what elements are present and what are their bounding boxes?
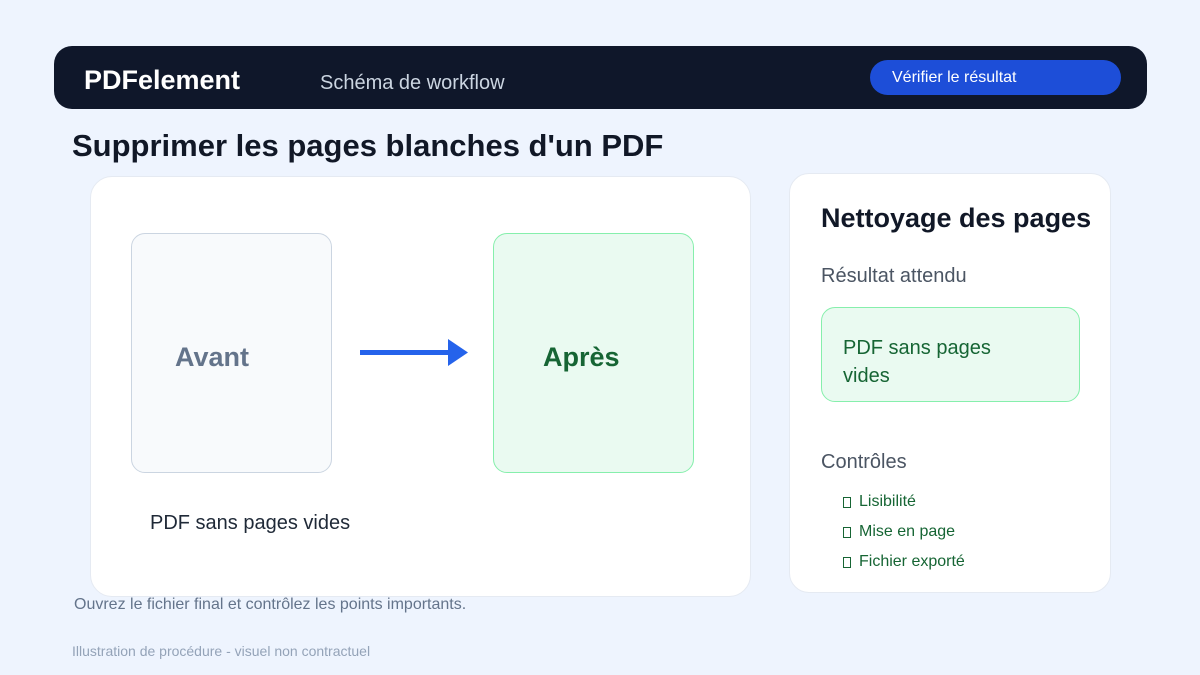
app-logo: PDFelement [84,65,241,95]
after-label: Après [543,342,620,372]
panel-title: Nettoyage des pages [821,203,1092,233]
page: PDFelement Schéma de workflow Vérifier l… [0,0,1200,675]
diagram-caption: PDF sans pages vides [150,512,351,534]
check-label: Fichier exporté [859,553,965,570]
checkbox-icon [843,556,851,568]
checks-list: Lisibilité Mise en page Fichier exporté [843,487,965,577]
check-item: Mise en page [843,517,965,547]
expected-result-value: PDF sans pages vides [843,337,991,387]
top-bar: PDFelement Schéma de workflow Vérifier l… [54,46,1147,109]
check-label: Mise en page [859,523,956,540]
check-label: Lisibilité [859,493,916,510]
workflow-diagram-card: Avant Après PDF sans pages vides [90,176,751,597]
check-item: Fichier exporté [843,547,965,577]
checks-label: Contrôles [821,451,907,473]
check-item: Lisibilité [843,487,965,517]
header-subtitle: Schéma de workflow [320,72,505,94]
footnote: Ouvrez le fichier final et contrôlez les… [74,596,467,613]
cleanup-panel: Nettoyage des pages Résultat attendu PDF… [789,173,1111,593]
checkbox-icon [843,526,851,538]
before-label: Avant [175,342,250,372]
expected-result-box: PDF sans pages vides [821,307,1080,402]
checkbox-icon [843,496,851,508]
after-document: Après [493,233,694,473]
arrow-right-icon [360,339,468,366]
verify-result-button[interactable]: Vérifier le résultat [870,60,1121,95]
page-title: Supprimer les pages blanches d'un PDF [72,128,664,163]
expected-result-label: Résultat attendu [821,265,967,287]
before-document: Avant [131,233,332,473]
disclaimer: Illustration de procédure - visuel non c… [72,643,371,659]
